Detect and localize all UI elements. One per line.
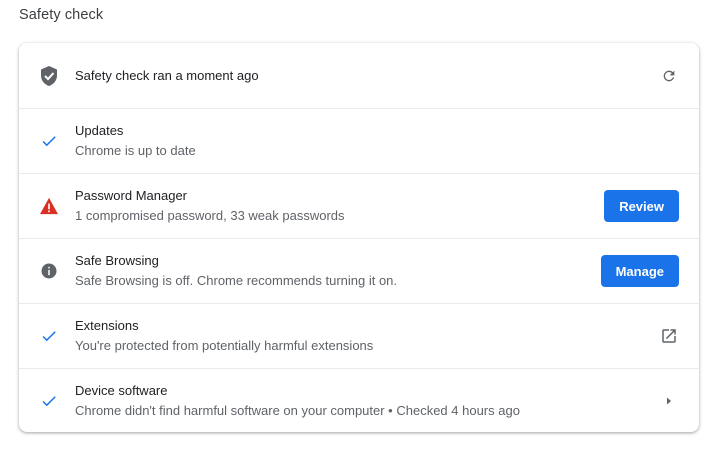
safety-check-card: Safety check ran a moment ago Updates Ch… <box>19 43 699 432</box>
safe-browsing-subtitle: Safe Browsing is off. Chrome recommends … <box>75 273 398 288</box>
list-item-password-manager: Password Manager 1 compromised password,… <box>19 173 699 238</box>
password-manager-title: Password Manager <box>75 188 187 203</box>
device-software-title: Device software <box>75 382 168 398</box>
info-icon <box>39 261 59 281</box>
check-icon <box>39 326 59 346</box>
safety-check-status-text: Safety check ran a moment ago <box>75 67 259 83</box>
section-title: Safety check <box>19 7 104 23</box>
device-software-subtitle: Chrome didn't find harmful software on y… <box>75 402 520 418</box>
manage-button[interactable]: Manage <box>600 255 679 287</box>
open-in-new-icon[interactable] <box>655 322 683 350</box>
extensions-title: Extensions <box>75 318 139 333</box>
safe-browsing-title: Safe Browsing <box>75 253 159 268</box>
list-item-extensions[interactable]: Extensions You're protected from potenti… <box>19 303 699 368</box>
list-item-device-software[interactable]: Device software Chrome didn't find harmf… <box>19 368 699 432</box>
shield-check-icon <box>39 65 59 86</box>
updates-title: Updates <box>75 123 124 138</box>
list-item-safe-browsing: Safe Browsing Safe Browsing is off. Chro… <box>19 238 699 303</box>
warning-icon <box>39 196 59 216</box>
list-item-updates: Updates Chrome is up to date <box>19 108 699 173</box>
check-icon <box>39 131 59 151</box>
check-icon <box>39 391 59 411</box>
updates-subtitle: Chrome is up to date <box>75 143 196 158</box>
arrow-right-icon[interactable] <box>655 387 683 415</box>
safety-check-status-row: Safety check ran a moment ago <box>19 43 699 108</box>
safety-check-page: Safety check Safety check ran a moment a… <box>0 0 711 454</box>
extensions-subtitle: You're protected from potentially harmfu… <box>75 338 374 353</box>
review-button[interactable]: Review <box>604 190 679 222</box>
refresh-icon[interactable] <box>655 62 683 90</box>
password-manager-subtitle: 1 compromised password, 33 weak password… <box>75 208 345 223</box>
